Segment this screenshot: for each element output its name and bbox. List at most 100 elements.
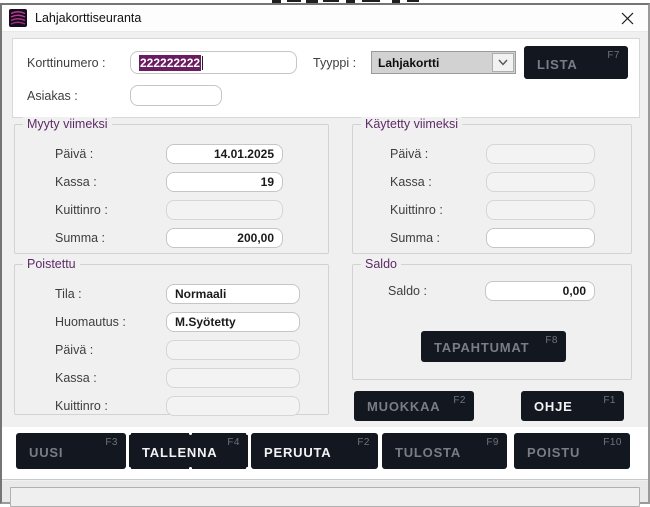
tulosta-button-label: TULOSTA bbox=[395, 445, 461, 460]
poistettu-paiva-field[interactable] bbox=[166, 340, 300, 360]
poistettu-tila-field[interactable]: Normaali bbox=[166, 284, 300, 304]
lista-fkey-label: F7 bbox=[607, 50, 620, 61]
group-title: Myyty viimeksi bbox=[23, 117, 112, 131]
poistu-button[interactable]: F10 POISTU bbox=[514, 433, 630, 469]
tapahtumat-button-label: TAPAHTUMAT bbox=[434, 340, 529, 355]
uusi-button[interactable]: F3 UUSI bbox=[16, 433, 126, 469]
tulosta-fkey-label: F9 bbox=[486, 437, 499, 448]
chevron-down-icon bbox=[498, 59, 508, 66]
field-row: Päivä : bbox=[390, 140, 631, 168]
muokkaa-button-label: MUOKKAA bbox=[367, 399, 440, 414]
korttinumero-label: Korttinumero : bbox=[27, 56, 106, 70]
myyty-kuittinro-field[interactable] bbox=[166, 200, 283, 220]
ohje-fkey-label: F1 bbox=[603, 395, 616, 406]
ohje-button-label: OHJE bbox=[534, 399, 573, 414]
bottom-button-bar: F3 UUSI F4 TALLENNA F2 PERUUTA F9 TULOST… bbox=[2, 427, 648, 480]
tallenna-fkey-label: F4 bbox=[227, 437, 240, 448]
group-title: Saldo bbox=[361, 257, 401, 271]
focus-handle bbox=[189, 467, 192, 470]
focus-handle bbox=[246, 467, 249, 470]
app-window: Lahjakorttiseuranta Korttinumero : 22222… bbox=[0, 3, 650, 504]
field-row: Kassa : 19 bbox=[55, 168, 328, 196]
background-window-text-fragment bbox=[323, 0, 339, 2]
field-row: Summa : bbox=[390, 224, 631, 252]
poistettu-kassa-field[interactable] bbox=[166, 368, 300, 388]
group-saldo: Saldo Saldo : 0,00 F8 TAPAHTUMAT bbox=[352, 264, 632, 380]
poistu-fkey-label: F10 bbox=[603, 437, 622, 448]
group-title: Poistettu bbox=[23, 257, 80, 271]
field-row: Kassa : bbox=[55, 364, 328, 392]
poistettu-huomautus-field[interactable]: M.Syötetty bbox=[166, 312, 300, 332]
close-button[interactable] bbox=[616, 7, 638, 29]
poistettu-kuittinro-field[interactable] bbox=[166, 396, 300, 416]
background-window-text-fragment bbox=[287, 0, 301, 2]
focus-handle bbox=[246, 432, 249, 435]
peruuta-button-label: PERUUTA bbox=[264, 445, 331, 460]
field-label: Tila : bbox=[55, 287, 166, 301]
field-row: Saldo : 0,00 bbox=[388, 277, 631, 305]
kaytetty-kuittinro-field[interactable] bbox=[486, 200, 595, 220]
group-poistettu: Poistettu Tila : Normaali Huomautus : M.… bbox=[14, 264, 329, 415]
muokkaa-fkey-label: F2 bbox=[453, 395, 466, 406]
window-body: Korttinumero : 222222222 Tyyppi : Lahjak… bbox=[2, 33, 648, 502]
field-row: Kuittinro : bbox=[55, 392, 328, 420]
myyty-paiva-field[interactable]: 14.01.2025 bbox=[166, 144, 283, 164]
field-row: Kuittinro : bbox=[55, 196, 328, 224]
peruuta-button[interactable]: F2 PERUUTA bbox=[251, 433, 378, 469]
muokkaa-button[interactable]: F2 MUOKKAA bbox=[354, 391, 474, 421]
focus-handle bbox=[189, 432, 192, 435]
saldo-field[interactable]: 0,00 bbox=[485, 281, 595, 301]
app-logo-icon bbox=[9, 9, 27, 27]
focus-handle bbox=[128, 467, 131, 470]
peruuta-fkey-label: F2 bbox=[357, 437, 370, 448]
field-row: Päivä : 14.01.2025 bbox=[55, 140, 328, 168]
background-window-text-fragment bbox=[362, 0, 380, 2]
field-row: Tila : Normaali bbox=[55, 280, 328, 308]
field-label: Kuittinro : bbox=[55, 399, 166, 413]
myyty-summa-field[interactable]: 200,00 bbox=[166, 228, 283, 248]
field-row: Päivä : bbox=[55, 336, 328, 364]
background-window-text-fragment bbox=[407, 0, 419, 2]
lista-button-label: LISTA bbox=[537, 57, 578, 72]
search-panel: Korttinumero : 222222222 Tyyppi : Lahjak… bbox=[12, 38, 640, 118]
field-label: Kassa : bbox=[55, 371, 166, 385]
close-icon bbox=[621, 12, 634, 25]
tulosta-button[interactable]: F9 TULOSTA bbox=[382, 433, 507, 469]
group-kaytetty-viimeksi: Käytetty viimeksi Päivä : Kassa : Kuitti… bbox=[352, 124, 632, 254]
kaytetty-summa-field[interactable] bbox=[486, 228, 595, 248]
field-label: Päivä : bbox=[55, 147, 166, 161]
tyyppi-label: Tyyppi : bbox=[313, 56, 356, 70]
tapahtumat-fkey-label: F8 bbox=[545, 335, 558, 346]
field-label: Summa : bbox=[390, 231, 486, 245]
field-label: Saldo : bbox=[388, 284, 485, 298]
field-label: Päivä : bbox=[390, 147, 486, 161]
field-label: Summa : bbox=[55, 231, 166, 245]
field-label: Kassa : bbox=[55, 175, 166, 189]
field-label: Huomautus : bbox=[55, 315, 166, 329]
kaytetty-kassa-field[interactable] bbox=[486, 172, 595, 192]
field-row: Huomautus : M.Syötetty bbox=[55, 308, 328, 336]
korttinumero-selected-text: 222222222 bbox=[139, 55, 201, 71]
group-title: Käytetty viimeksi bbox=[361, 117, 462, 131]
myyty-kassa-field[interactable]: 19 bbox=[166, 172, 283, 192]
field-label: Päivä : bbox=[55, 343, 166, 357]
field-row: Kuittinro : bbox=[390, 196, 631, 224]
kaytetty-paiva-field[interactable] bbox=[486, 144, 595, 164]
field-label: Kuittinro : bbox=[390, 203, 486, 217]
field-label: Kuittinro : bbox=[55, 203, 166, 217]
tallenna-button[interactable]: F4 TALLENNA bbox=[129, 433, 248, 469]
field-row: Summa : 200,00 bbox=[55, 224, 328, 252]
combo-dropdown-button[interactable] bbox=[492, 53, 514, 72]
tallenna-button-label: TALLENNA bbox=[142, 445, 217, 460]
korttinumero-input[interactable]: 222222222 bbox=[130, 51, 297, 74]
status-bar bbox=[10, 487, 640, 507]
poistu-button-label: POISTU bbox=[527, 445, 580, 460]
tapahtumat-button[interactable]: F8 TAPAHTUMAT bbox=[421, 331, 566, 362]
tyyppi-select[interactable]: Lahjakortti bbox=[371, 51, 516, 74]
field-label: Kassa : bbox=[390, 175, 486, 189]
lista-button[interactable]: F7 LISTA bbox=[524, 46, 628, 79]
field-row: Kassa : bbox=[390, 168, 631, 196]
ohje-button[interactable]: F1 OHJE bbox=[521, 391, 624, 421]
status-bar-area bbox=[2, 481, 648, 502]
asiakas-input[interactable] bbox=[130, 85, 222, 106]
